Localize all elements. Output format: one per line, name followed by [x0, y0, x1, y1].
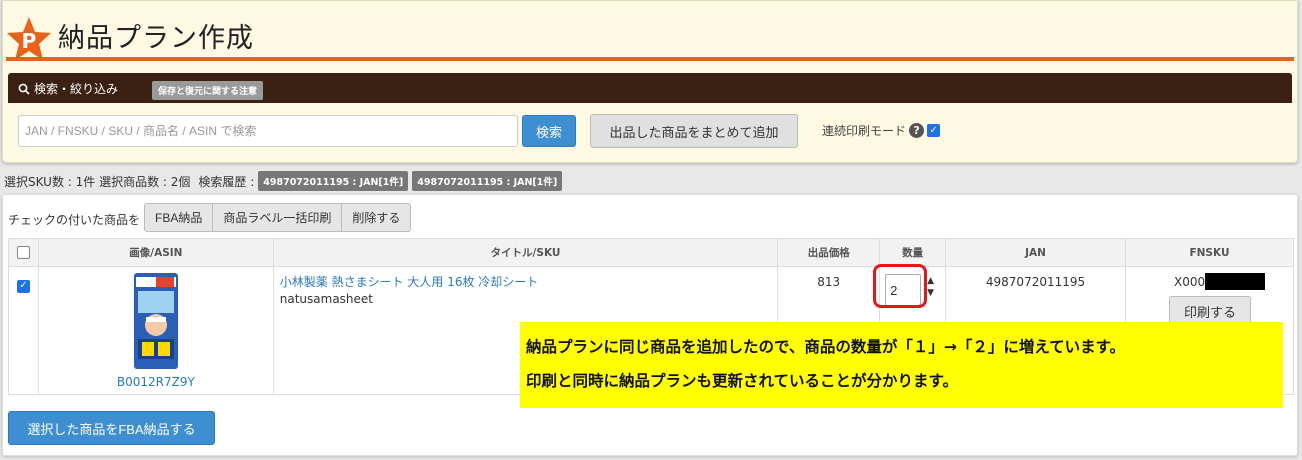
save-restore-notice-badge[interactable]: 保存と復元に関する注意: [152, 81, 264, 100]
delete-button[interactable]: 削除する: [341, 203, 412, 232]
search-history-item[interactable]: 4987072011195 : JAN[1件]: [412, 171, 563, 191]
search-section-label: 検索・絞り込み: [34, 82, 119, 96]
ship-selected-fba-button[interactable]: 選択した商品をFBA納品する: [8, 411, 215, 445]
add-listed-items-button[interactable]: 出品した商品をまとめて追加: [590, 114, 798, 148]
column-header-price: 出品価格: [777, 238, 881, 267]
annotation-line-1: 納品プランに同じ商品を追加したので、商品の数量が「１」→「２」に増えています。: [526, 338, 1126, 356]
search-section-title: 検索・絞り込み: [18, 80, 118, 97]
fba-ship-button[interactable]: FBA納品: [144, 203, 214, 232]
search-button[interactable]: 検索: [522, 115, 576, 147]
fnsku-visible-part: X000: [1173, 274, 1206, 289]
asin-link[interactable]: B0012R7Z9Y: [39, 375, 273, 389]
print-mode-label: 連続印刷モード: [822, 124, 907, 138]
selection-status: 選択SKU数 : 1件 選択商品数 : 2個 検索履歴 : 4987072011…: [4, 171, 563, 191]
continuous-print-mode: 連続印刷モード ? ✓: [822, 122, 941, 139]
page-title: 納品プラン作成: [58, 23, 254, 54]
product-image[interactable]: [132, 271, 180, 371]
quantity-stepper[interactable]: ▲ ▼: [927, 275, 934, 299]
table-header-row: 画像/ASIN タイトル/SKU 出品価格 数量 JAN FNSKU: [8, 238, 1295, 267]
search-history-label: 検索履歴 :: [198, 174, 255, 189]
selection-summary: 選択SKU数 : 1件 選択商品数 : 2個: [4, 174, 191, 189]
checked-items-label: チェックの付いた商品を: [8, 213, 141, 227]
product-title-link[interactable]: 小林製薬 熱さまシート 大人用 16枚 冷却シート: [280, 273, 778, 290]
title-divider: [6, 57, 1294, 61]
logo-star-icon: P: [7, 17, 51, 60]
select-all-checkbox[interactable]: [16, 246, 30, 259]
row-checkbox[interactable]: ✓: [16, 279, 30, 293]
fnsku-redaction: [1205, 273, 1266, 290]
search-section-header: 検索・絞り込み 保存と復元に関する注意: [8, 73, 1292, 103]
product-image-cell: B0012R7Z9Y: [37, 266, 274, 395]
fnsku-value: X000: [1126, 267, 1293, 290]
logo-letter: P: [22, 29, 37, 53]
search-history-item[interactable]: 4987072011195 : JAN[1件]: [258, 171, 409, 191]
bulk-label-print-button[interactable]: 商品ラベル一括印刷: [212, 203, 343, 232]
column-header-qty: 数量: [879, 238, 947, 267]
print-mode-checkbox[interactable]: ✓: [927, 124, 941, 137]
product-sku: natusamasheet: [279, 292, 374, 306]
column-header-title: タイトル/SKU: [272, 238, 779, 267]
column-header-image: 画像/ASIN: [37, 238, 274, 267]
annotation-note: 納品プランに同じ商品を追加したので、商品の数量が「１」→「２」に増えています。 …: [520, 322, 1283, 408]
help-icon[interactable]: ?: [909, 123, 925, 138]
row-select-cell: ✓: [8, 266, 39, 395]
search-icon: [18, 83, 30, 95]
column-header-fnsku: FNSKU: [1124, 238, 1295, 267]
search-input[interactable]: [18, 115, 518, 147]
annotation-line-2: 印刷と同時に納品プランも更新されていることが分かります。: [526, 372, 958, 390]
quantity-highlight-annotation: [873, 264, 928, 308]
column-header-jan: JAN: [945, 238, 1126, 267]
select-all-header: [8, 238, 39, 267]
bulk-action-group: FBA納品 商品ラベル一括印刷 削除する: [144, 203, 412, 232]
